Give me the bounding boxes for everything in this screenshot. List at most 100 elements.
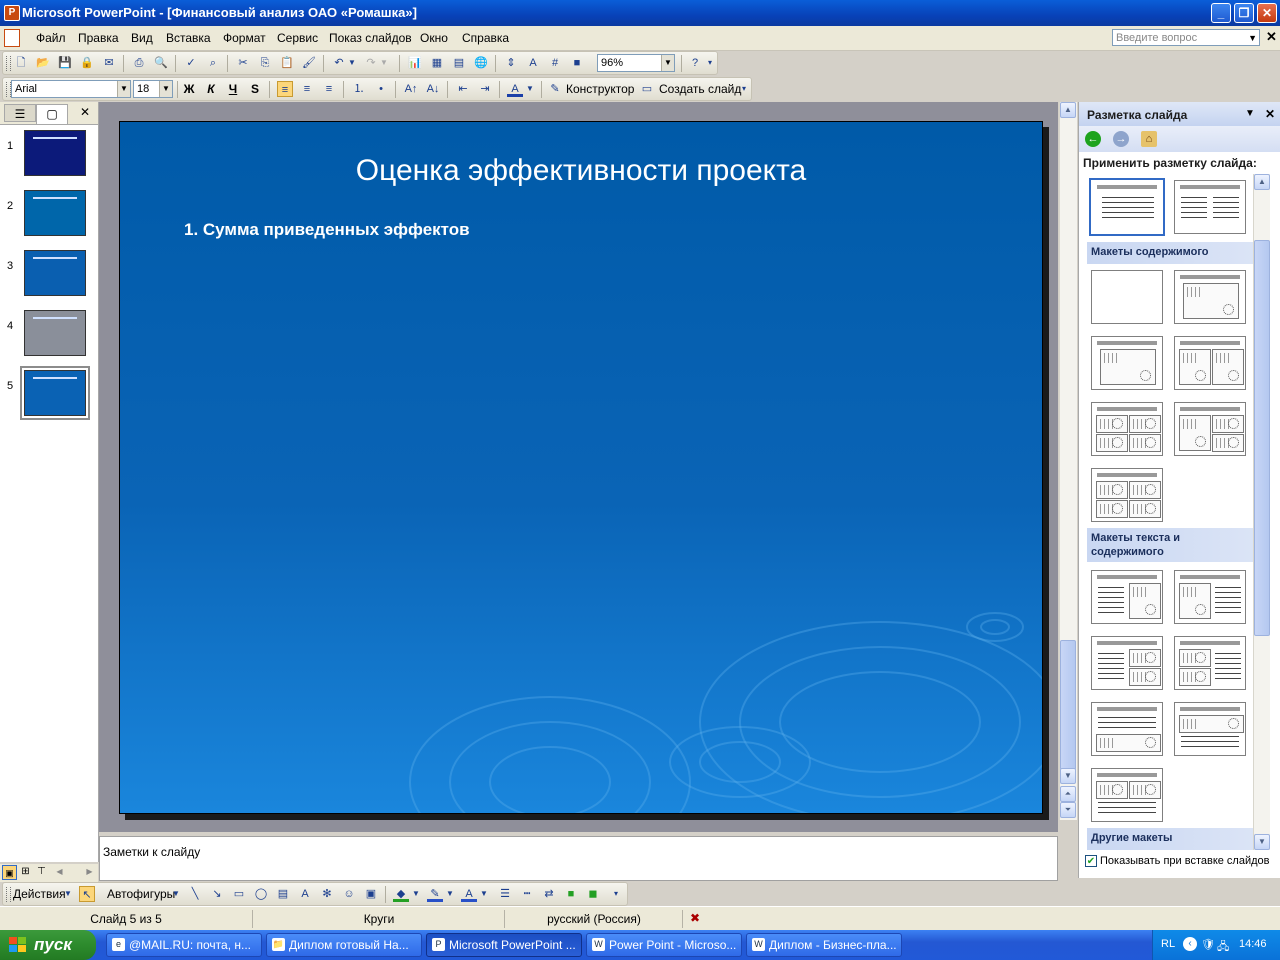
layout-four-content[interactable]: [1091, 402, 1163, 456]
toolbar-options-icon[interactable]: ▾: [611, 886, 621, 902]
taskbar-button[interactable]: W Диплом - Бизнес-пла...: [746, 933, 902, 957]
home-icon[interactable]: ⌂: [1141, 131, 1157, 147]
document-close-button[interactable]: ✕: [1266, 29, 1277, 45]
chevron-down-icon[interactable]: ▼: [117, 81, 130, 97]
menu-tools[interactable]: Сервис: [277, 31, 318, 45]
taskbar-button[interactable]: e @MAIL.RU: почта, н...: [106, 933, 262, 957]
spelling-icon[interactable]: ✓: [183, 55, 199, 71]
print-icon[interactable]: ⎙: [131, 55, 147, 71]
arrow-icon[interactable]: ↘: [209, 886, 225, 902]
scroll-up-icon[interactable]: ▲: [1060, 102, 1076, 118]
dash-style-icon[interactable]: ┅: [519, 886, 535, 902]
powerpoint-app-icon[interactable]: P: [4, 5, 20, 21]
oval-icon[interactable]: ◯: [253, 886, 269, 902]
menu-help[interactable]: Справка: [462, 31, 509, 45]
undo-icon[interactable]: ↶: [331, 55, 347, 71]
show-formatting-icon[interactable]: A: [525, 55, 541, 71]
chevron-down-icon[interactable]: ▼: [379, 55, 389, 71]
slide-thumbnail[interactable]: [24, 310, 86, 356]
research-icon[interactable]: ⌕: [205, 55, 221, 71]
new-slide-button[interactable]: Создать слайд: [659, 82, 741, 96]
bold-button[interactable]: Ж: [181, 81, 197, 97]
table-icon[interactable]: ▦: [429, 55, 445, 71]
numbering-icon[interactable]: ⒈: [351, 81, 367, 97]
notes-pane[interactable]: Заметки к слайду: [99, 836, 1058, 881]
italic-button[interactable]: К: [203, 81, 219, 97]
layout-two-content-text[interactable]: [1174, 636, 1246, 690]
taskbar-button[interactable]: P Microsoft PowerPoint ...: [426, 933, 582, 957]
layout-text-and-content[interactable]: [1091, 570, 1163, 624]
slide-thumbnail[interactable]: [24, 130, 86, 176]
antivirus-icon[interactable]: 🛡: [1201, 938, 1215, 951]
chevron-down-icon[interactable]: ▼: [525, 81, 535, 97]
print-preview-icon[interactable]: 🔍: [153, 55, 169, 71]
increase-font-icon[interactable]: A↑: [403, 81, 419, 97]
save-icon[interactable]: 💾: [57, 55, 73, 71]
scrollbar-thumb[interactable]: [1060, 640, 1076, 770]
chevron-down-icon[interactable]: ▼: [1248, 30, 1257, 47]
taskbar-button[interactable]: 📁 Диплом готовый На...: [266, 933, 422, 957]
slide-thumbnail[interactable]: [24, 250, 86, 296]
select-pointer-icon[interactable]: ↖: [79, 886, 95, 902]
slides-tab[interactable]: ▢: [36, 104, 68, 124]
diagram-icon[interactable]: ✻: [319, 886, 335, 902]
restore-button[interactable]: ❐: [1234, 3, 1254, 23]
grid-icon[interactable]: #: [547, 55, 563, 71]
chevron-down-icon[interactable]: ▼: [479, 886, 489, 902]
layout-content-and-text[interactable]: [1174, 570, 1246, 624]
back-icon[interactable]: ←: [1085, 131, 1101, 147]
chart-icon[interactable]: 📊: [407, 55, 423, 71]
show-on-insert-checkbox[interactable]: ✔: [1085, 855, 1097, 867]
line-style-icon[interactable]: ☰: [497, 886, 513, 902]
layout-title-content[interactable]: [1091, 336, 1163, 390]
layout-two-content-over-two[interactable]: [1091, 468, 1163, 522]
menu-edit[interactable]: Правка: [78, 31, 119, 45]
tables-borders-icon[interactable]: ▤: [451, 55, 467, 71]
normal-view-icon[interactable]: ▣: [2, 865, 17, 880]
menu-window[interactable]: Окно: [420, 31, 448, 45]
format-painter-icon[interactable]: 🖌: [301, 55, 317, 71]
toolbar-grip[interactable]: [6, 887, 11, 902]
layout-content-over-text[interactable]: [1174, 702, 1246, 756]
layout-content[interactable]: [1174, 270, 1246, 324]
email-icon[interactable]: ✉: [101, 55, 117, 71]
shadow-style-icon[interactable]: ■: [563, 886, 579, 902]
help-question-input[interactable]: Введите вопрос ▼: [1112, 29, 1260, 46]
redo-icon[interactable]: ↷: [363, 55, 379, 71]
task-pane-scrollbar[interactable]: ▲ ▼: [1253, 174, 1270, 850]
autoshapes-menu[interactable]: Автофигуры: [107, 887, 175, 901]
arrow-style-icon[interactable]: ⇄: [541, 886, 557, 902]
bullets-icon[interactable]: •: [373, 81, 389, 97]
layout-two-column-text[interactable]: [1174, 180, 1246, 234]
decrease-font-icon[interactable]: A↓: [425, 81, 441, 97]
layout-text-two-content[interactable]: [1091, 636, 1163, 690]
textbox-icon[interactable]: ▤: [275, 886, 291, 902]
underline-button[interactable]: Ч: [225, 81, 241, 97]
chevron-down-icon[interactable]: ▼: [445, 886, 455, 902]
chevron-down-icon[interactable]: ▼: [1245, 108, 1255, 119]
align-left-icon[interactable]: ≡: [277, 81, 293, 97]
outline-tab[interactable]: ☰: [4, 104, 36, 122]
clock[interactable]: 14:46: [1239, 938, 1267, 950]
layout-two-content[interactable]: [1174, 336, 1246, 390]
slide-canvas[interactable]: Оценка эффективности проекта 1. Сумма пр…: [119, 121, 1043, 814]
scrollbar-thumb[interactable]: [1254, 240, 1270, 636]
wordart-icon[interactable]: A: [297, 886, 313, 902]
font-select[interactable]: Arial ▼: [11, 80, 131, 98]
new-document-icon[interactable]: 🗋: [13, 55, 29, 71]
decrease-indent-icon[interactable]: ⇤: [455, 81, 471, 97]
line-color-icon[interactable]: ✎: [427, 886, 443, 902]
help-icon[interactable]: ?: [687, 55, 703, 71]
toolbar-options-icon[interactable]: ▾: [705, 55, 715, 71]
slide-thumbnail[interactable]: [20, 366, 90, 420]
chevron-down-icon[interactable]: ▼: [171, 886, 181, 902]
line-icon[interactable]: ╲: [187, 886, 203, 902]
font-size-select[interactable]: 18 ▼: [133, 80, 173, 98]
chevron-down-icon[interactable]: ▼: [159, 81, 172, 97]
chevron-down-icon[interactable]: ▼: [347, 55, 357, 71]
picture-icon[interactable]: ▣: [363, 886, 379, 902]
align-right-icon[interactable]: ≡: [321, 81, 337, 97]
align-center-icon[interactable]: ≡: [299, 81, 315, 97]
slides-pane-close-button[interactable]: ✕: [80, 105, 90, 119]
taskbar-button[interactable]: W Power Point - Microso...: [586, 933, 742, 957]
